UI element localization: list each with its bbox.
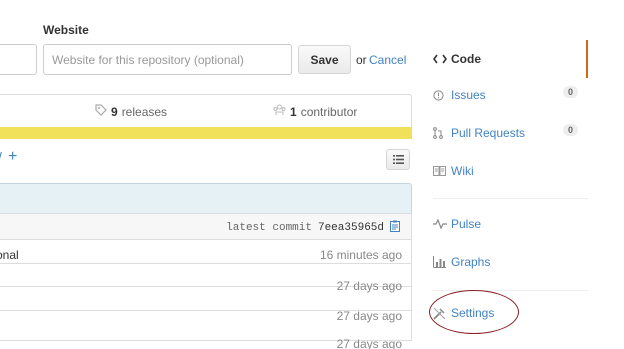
organization-icon	[273, 104, 286, 119]
tools-icon	[433, 307, 451, 320]
list-icon	[392, 153, 404, 167]
releases-count: 9	[111, 104, 118, 119]
sidebar-item-code[interactable]: Code	[433, 40, 588, 78]
tag-icon	[95, 104, 107, 119]
or-text: or	[356, 53, 367, 67]
sidebar-item-label: Graphs	[451, 255, 491, 269]
file-age: 27 days ago	[336, 309, 402, 323]
website-input[interactable]	[43, 44, 292, 75]
save-button[interactable]: Save	[298, 45, 351, 74]
book-icon	[433, 166, 451, 176]
releases-label: releases	[121, 104, 168, 119]
latest-commit-label: latest commit	[226, 222, 312, 234]
sidebar-item-label: Pull Requests	[451, 126, 526, 140]
list-view-button[interactable]	[386, 149, 410, 170]
sidebar-divider	[433, 290, 588, 291]
issues-counter: 0	[562, 86, 578, 98]
add-file-button[interactable]: +	[8, 148, 17, 166]
sidebar-item-pulse[interactable]: Pulse	[433, 205, 588, 243]
code-icon	[433, 54, 451, 64]
file-name[interactable]: onal	[0, 248, 19, 262]
sidebar-item-label: Code	[451, 52, 481, 66]
website-label: Website	[43, 23, 89, 37]
cancel-link[interactable]: Cancel	[369, 53, 406, 67]
branch-path-fragment[interactable]: /	[0, 149, 2, 165]
file-age: 27 days ago	[336, 279, 402, 293]
commit-sha[interactable]: 7eea35965d	[318, 222, 384, 234]
sidebar-item-label: Settings	[451, 306, 495, 320]
sidebar-item-pull-requests[interactable]: Pull Requests 0	[433, 114, 588, 152]
sidebar-item-wiki[interactable]: Wiki	[433, 152, 588, 190]
issue-icon	[433, 89, 451, 101]
commit-tease	[0, 183, 412, 213]
sidebar-item-issues[interactable]: Issues 0	[433, 76, 588, 114]
sidebar-item-label: Issues	[451, 88, 486, 102]
graph-icon	[433, 256, 451, 268]
releases-stat[interactable]: 9 releases	[95, 104, 167, 119]
contributors-label: contributor	[300, 104, 358, 119]
clipboard-icon[interactable]	[390, 220, 400, 236]
sidebar-divider	[433, 198, 588, 199]
sidebar-item-graphs[interactable]: Graphs	[433, 243, 588, 281]
file-age: 16 minutes ago	[319, 248, 402, 262]
pulse-icon	[433, 219, 451, 229]
latest-commit[interactable]: latest commit 7eea35965d	[226, 220, 400, 236]
sidebar-item-settings[interactable]: Settings	[433, 294, 588, 332]
description-field[interactable]	[0, 44, 37, 75]
pull-requests-counter: 0	[562, 124, 578, 136]
sidebar-item-label: Wiki	[451, 164, 474, 178]
pull-request-icon	[433, 127, 451, 139]
contributors-count: 1	[290, 104, 297, 119]
contributors-stat[interactable]: 1 contributor	[273, 104, 357, 119]
file-age: 27 days ago	[336, 337, 402, 349]
language-bar[interactable]	[0, 127, 412, 139]
sidebar-item-label: Pulse	[451, 217, 482, 231]
